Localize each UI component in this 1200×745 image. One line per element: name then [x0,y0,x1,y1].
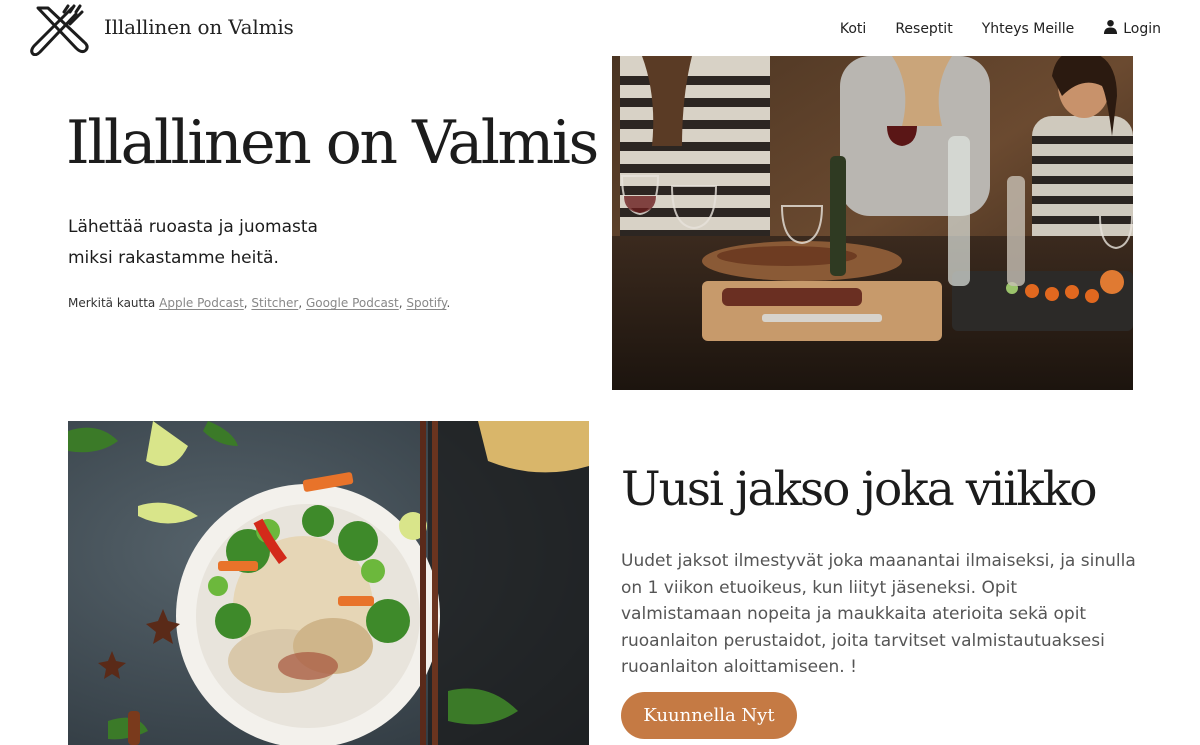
nav-recipes[interactable]: Reseptit [895,21,952,37]
hero-subtitle-line1: Lähettää ruoasta ja juomasta [68,217,318,237]
link-stitcher[interactable]: Stitcher [251,296,298,310]
site-header: Illallinen on Valmis Koti Reseptit Yhtey… [0,0,1200,57]
subscribe-prefix: Merkitä kautta [68,296,156,310]
listen-now-button[interactable]: Kuunnella Nyt [621,692,797,739]
dinner-party-image [612,56,1133,390]
noodle-bowl-image [68,421,589,745]
section-title: Uusi jakso joka viikko [621,462,1098,517]
user-icon [1103,19,1118,38]
nav-home[interactable]: Koti [840,21,866,37]
link-spotify[interactable]: Spotify [406,296,446,310]
brand-name[interactable]: Illallinen on Valmis [104,15,294,39]
main-nav: Koti Reseptit Yhteys Meille Login [840,19,1161,38]
subscribe-links: Merkitä kautta Apple Podcast, Stitcher, … [68,296,451,310]
nav-login[interactable]: Login [1103,19,1161,38]
hero-subtitle: Lähettää ruoasta ja juomasta miksi rakas… [68,212,318,274]
link-google-podcast[interactable]: Google Podcast [306,296,399,310]
hero-subtitle-line2: miksi rakastamme heitä. [68,248,279,268]
link-apple-podcast[interactable]: Apple Podcast [159,296,244,310]
hero-title: Illallinen on Valmis [66,108,599,178]
login-label: Login [1123,20,1161,37]
nav-contact[interactable]: Yhteys Meille [982,21,1075,37]
fork-knife-logo-icon[interactable] [24,2,90,57]
section-description: Uudet jaksot ilmestyvät joka maanantai i… [621,551,1136,677]
